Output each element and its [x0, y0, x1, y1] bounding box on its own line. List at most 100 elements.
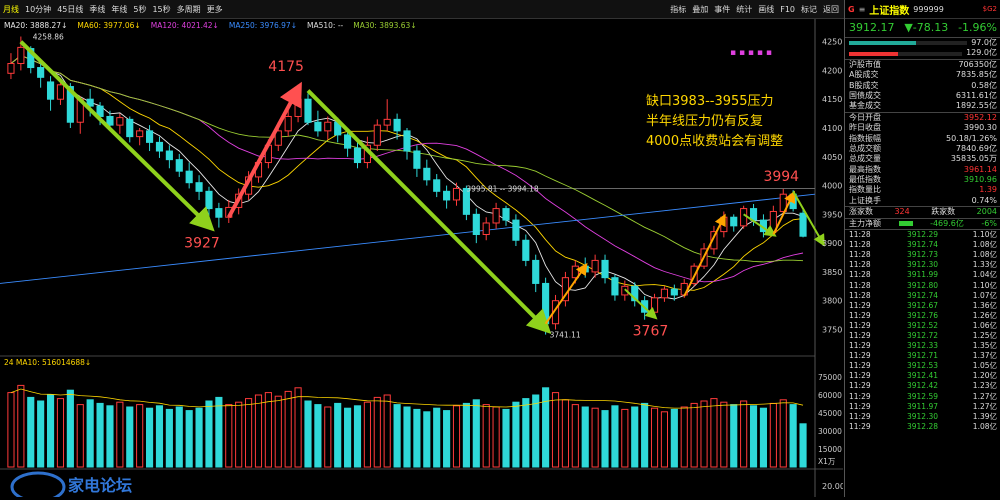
tool-event[interactable]: 事件	[714, 4, 730, 15]
tick-row: 11:29 3912.28 1.08亿	[845, 422, 1000, 432]
watermark-logo	[10, 471, 66, 500]
volume-bar	[106, 405, 114, 468]
volume-bar	[522, 398, 530, 468]
price-tick-label: 3950	[822, 210, 842, 219]
period-tab-3[interactable]: 45日线	[57, 4, 83, 15]
candle	[136, 130, 144, 138]
period-tab-8[interactable]: 多周期	[177, 4, 201, 15]
tick-price: 3912.74	[906, 290, 938, 300]
tool-indicator[interactable]: 指标	[670, 4, 686, 15]
candle	[542, 282, 550, 325]
tool-mark[interactable]: 标记	[801, 4, 817, 15]
tick-amount: 1.36亿	[972, 300, 997, 310]
tick-price: 3912.74	[906, 240, 938, 250]
tick-price: 3911.97	[906, 401, 938, 411]
volume-bar	[225, 404, 233, 468]
period-tab-5[interactable]: 年线	[111, 4, 127, 15]
down-arrow-2	[306, 89, 552, 334]
price-tick-label: 3750	[822, 325, 842, 334]
price-pct: -1.96%	[958, 20, 997, 34]
tool-overlay[interactable]: 叠加	[692, 4, 708, 15]
period-tab-4[interactable]: 季线	[89, 4, 105, 15]
candle	[512, 219, 520, 241]
volume-tick-label: 15000	[818, 445, 842, 454]
price-tick-label: 4150	[822, 95, 842, 104]
period-tab-9[interactable]: 更多	[207, 4, 223, 15]
down-arrow-small-3	[792, 190, 825, 247]
chart-area[interactable]: 4250 4200 4150 4100 4050 4000 3950 3900 3850 3800…	[0, 19, 845, 500]
volume-bar	[383, 394, 391, 468]
period-tab-2[interactable]: 10分钟	[25, 4, 51, 15]
candle	[660, 288, 669, 299]
tick-time: 11:29	[849, 361, 871, 371]
volume-bar	[779, 399, 787, 468]
volume-bar	[314, 404, 322, 468]
candle	[145, 130, 154, 143]
price-tick-label: 3850	[822, 268, 842, 277]
volume-bar	[769, 402, 777, 468]
volume-bar	[482, 404, 490, 468]
volume-bar	[799, 423, 807, 468]
period-tab-6[interactable]: 5秒	[133, 4, 146, 15]
candle	[185, 170, 193, 184]
volume-bar	[363, 401, 371, 468]
stat-label: 国债成交	[849, 90, 881, 100]
volume-bar	[205, 400, 213, 468]
volume-bar	[235, 401, 243, 468]
volume-bar	[759, 407, 768, 468]
tick-time: 11:29	[849, 401, 871, 411]
stat-value: 3910.96	[963, 175, 997, 185]
volume-bar	[641, 402, 649, 468]
down-arrow-small-1	[624, 288, 658, 320]
volume-bar	[462, 402, 470, 468]
tick-list[interactable]: 11:28 3912.29 1.10亿 11:28 3912.74 1.08亿 11:28 3…	[845, 229, 1000, 432]
tick-row: 11:29 3912.59 1.27亿	[845, 392, 1000, 402]
volume-bar	[690, 402, 698, 468]
stat-label: 最低指数	[849, 175, 881, 185]
volume-tick-label: 45000	[818, 409, 842, 418]
extra-axis-label: 20.00	[822, 482, 843, 491]
volume-bar	[581, 406, 589, 468]
tick-price: 3912.42	[906, 381, 938, 391]
period-tab-1[interactable]: 月线	[3, 4, 19, 15]
tick-time: 11:28	[849, 280, 871, 290]
volume-bar	[650, 407, 659, 468]
stat-label: 昨日收盘	[849, 123, 881, 133]
volume-bar	[443, 410, 451, 468]
menu-icon[interactable]: ≡	[859, 5, 866, 14]
netflow-pct: -6%	[981, 218, 997, 228]
tick-price: 3912.52	[906, 320, 938, 330]
candlestick-chart[interactable]: 4250 4200 4150 4100 4050 4000 3950 3900 3850 3800…	[0, 19, 845, 500]
candle	[472, 213, 480, 235]
tool-stats[interactable]: 统计	[736, 4, 752, 15]
rise-label: 涨家数	[849, 207, 873, 217]
tick-amount: 1.20亿	[972, 371, 997, 381]
stat-label: 沪股市值	[849, 59, 881, 69]
price-tick-label: 3900	[822, 239, 842, 248]
volume-tick-label: 30000	[818, 427, 842, 436]
tick-row: 11:29 3911.97 1.27亿	[845, 402, 1000, 412]
trough-3767-label: 3767	[633, 324, 669, 340]
tick-amount: 1.27亿	[972, 391, 997, 401]
period-tab-7[interactable]: 15秒	[152, 4, 170, 15]
fall-label: 跌家数	[931, 207, 956, 217]
volume-bar	[561, 399, 569, 468]
tool-back[interactable]: 返回	[823, 4, 839, 15]
volume-bar	[17, 384, 25, 468]
volume-bar	[254, 394, 263, 468]
candle	[670, 288, 678, 296]
candle	[126, 118, 134, 138]
tool-draw[interactable]: 画线	[758, 4, 774, 15]
stat-value: 7840.69亿	[955, 143, 997, 153]
volume-bar	[324, 406, 332, 468]
candle	[17, 46, 25, 65]
volume-bar	[165, 408, 173, 468]
volume-bar	[46, 394, 55, 468]
candle	[56, 84, 65, 100]
candle	[155, 141, 164, 152]
tick-price: 3912.72	[906, 330, 938, 340]
tool-f10[interactable]: F10	[780, 5, 795, 14]
stat-label: 基金成交	[849, 101, 881, 111]
index-tag: $G2	[982, 5, 997, 13]
candle	[650, 297, 659, 313]
